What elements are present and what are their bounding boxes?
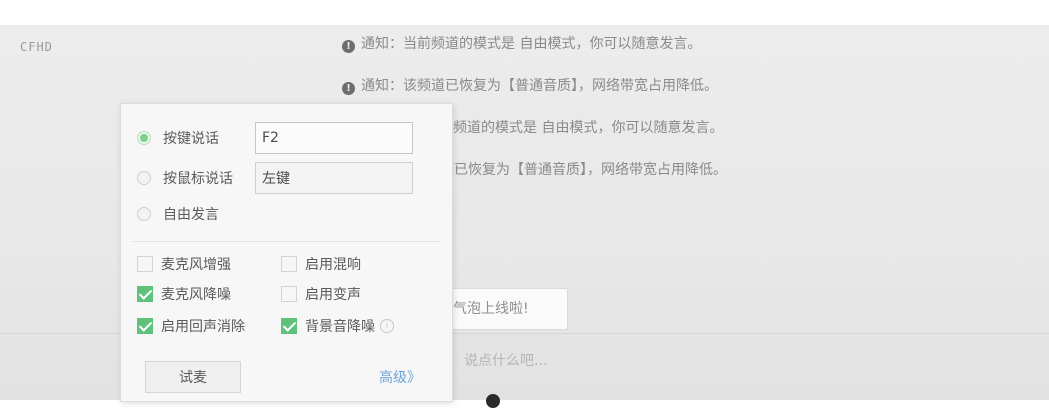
option-label: 背景音降噪 xyxy=(305,319,375,335)
notice-3: 频道的模式是 自由模式，你可以随意发言。 xyxy=(453,117,723,137)
checkbox[interactable] xyxy=(137,256,153,272)
mode-label: 按鼠标说话 xyxy=(163,171,233,187)
radio-mouse-to-talk[interactable] xyxy=(137,171,151,185)
mode-push-to-talk[interactable]: 按键说话 xyxy=(137,122,413,154)
option-echo-cancel[interactable]: 启用回声消除 xyxy=(137,316,245,336)
option-label: 启用变声 xyxy=(305,287,361,303)
panel-divider xyxy=(133,241,440,242)
notice-text: 当前频道的模式是 自由模式，你可以随意发言。 xyxy=(403,36,702,52)
notice-label: 通知： xyxy=(361,36,403,52)
mode-label: 自由发言 xyxy=(163,207,219,223)
advanced-settings-link[interactable]: 高级》 xyxy=(379,367,421,387)
option-mic-noise-reduction[interactable]: 麦克风降噪 xyxy=(137,284,231,304)
notice-label: 通知： xyxy=(361,78,403,94)
checkbox[interactable] xyxy=(281,286,297,302)
notice-2: ! 通知：该频道已恢复为【普通音质】，网络带宽占用降低。 xyxy=(342,75,718,95)
test-mic-button[interactable]: 试麦 xyxy=(145,361,241,393)
notice-1: ! 通知：当前频道的模式是 自由模式，你可以随意发言。 xyxy=(342,33,701,53)
chat-bubble-text: 气泡上线啦! xyxy=(453,301,529,317)
option-voice-changer[interactable]: 启用变声 xyxy=(281,284,361,304)
help-icon[interactable]: i xyxy=(380,319,394,333)
checkbox[interactable] xyxy=(137,318,153,334)
info-icon: ! xyxy=(342,40,355,53)
notice-text: 频道的模式是 自由模式，你可以随意发言。 xyxy=(453,120,724,136)
checkbox[interactable] xyxy=(281,318,297,334)
voice-settings-panel: 按键说话 按鼠标说话 自由发言 麦克风增强 启用混响 麦克风降噪 启用变声 启用… xyxy=(120,103,453,402)
chat-input-area[interactable] xyxy=(440,345,1049,377)
option-reverb[interactable]: 启用混响 xyxy=(281,254,361,274)
hotkey-field[interactable] xyxy=(255,122,413,154)
option-label: 麦克风增强 xyxy=(161,257,231,273)
emoji-icon[interactable] xyxy=(486,394,500,408)
radio-push-to-talk[interactable] xyxy=(137,131,151,145)
notice-text: 道已恢复为【普通音质】，网络带宽占用降低。 xyxy=(440,162,727,178)
mode-free-talk[interactable]: 自由发言 xyxy=(137,201,255,227)
checkbox[interactable] xyxy=(137,286,153,302)
checkbox[interactable] xyxy=(281,256,297,272)
option-label: 启用回声消除 xyxy=(161,319,245,335)
notice-text: 该频道已恢复为【普通音质】，网络带宽占用降低。 xyxy=(403,78,718,94)
radio-free-talk[interactable] xyxy=(137,207,151,221)
notice-4: 道已恢复为【普通音质】，网络带宽占用降低。 xyxy=(440,159,727,179)
option-mic-boost[interactable]: 麦克风增强 xyxy=(137,254,231,274)
info-icon: ! xyxy=(342,82,355,95)
option-label: 麦克风降噪 xyxy=(161,287,231,303)
channel-tag: CFHD xyxy=(20,40,53,54)
option-label: 启用混响 xyxy=(305,257,361,273)
mode-mouse-to-talk[interactable]: 按鼠标说话 xyxy=(137,162,413,194)
mode-label: 按键说话 xyxy=(163,131,219,147)
option-bg-noise-reduction[interactable]: 背景音降噪 i xyxy=(281,316,394,336)
mouse-key-field[interactable] xyxy=(255,162,413,194)
chat-input[interactable] xyxy=(440,345,1049,377)
